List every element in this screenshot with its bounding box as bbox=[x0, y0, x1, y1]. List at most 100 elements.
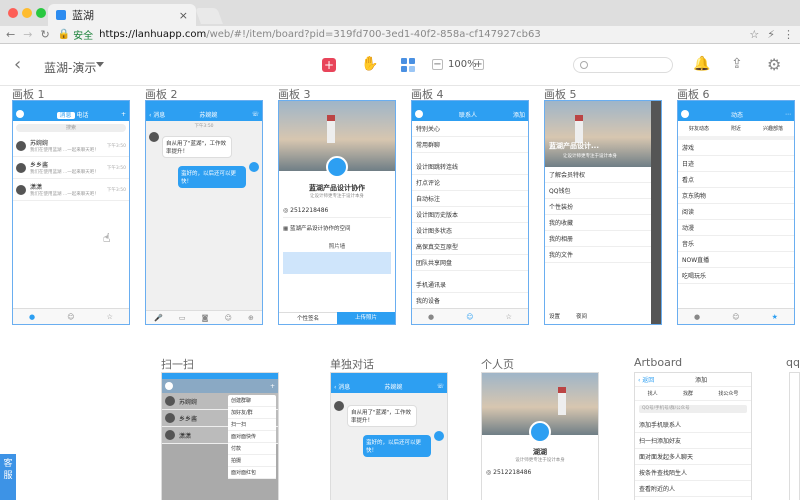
tab-close-icon[interactable]: × bbox=[179, 9, 188, 22]
minimize-window-icon[interactable] bbox=[22, 8, 32, 18]
hand-tool-icon[interactable]: ✋ bbox=[361, 56, 378, 72]
phone-icon: ☏ bbox=[251, 110, 259, 118]
menu-item: 创建群聊 bbox=[228, 395, 276, 407]
browser-back-icon[interactable]: ← bbox=[6, 28, 15, 41]
mic-icon: 🎤 bbox=[154, 313, 163, 322]
customer-service-tab[interactable]: 客服 bbox=[0, 454, 16, 500]
search-input[interactable] bbox=[573, 57, 673, 73]
chat-time: 下午3:50 bbox=[194, 124, 214, 129]
list-item: 游戏 bbox=[678, 140, 794, 156]
message-time: 下午3:50 bbox=[106, 143, 126, 149]
bookmark-star-icon[interactable]: ☆ bbox=[749, 28, 759, 41]
artboard-6[interactable]: 动态 ⋯ 好友动态 附近 兴趣部落 游戏 日迹 看点 京东购物 阅读 动漫 音乐 NO… bbox=[677, 100, 795, 325]
new-tab-button[interactable] bbox=[195, 8, 223, 24]
qq-number-value: 2512218486 bbox=[290, 207, 329, 214]
chat-title: 苏婉婉 bbox=[384, 383, 403, 391]
signature-button: 个性签名 bbox=[279, 312, 337, 324]
star-tab-icon: ★ bbox=[771, 312, 778, 321]
board-label[interactable]: qq bbox=[786, 356, 800, 369]
bottom-tab-bar: ● ☺ ☆ bbox=[13, 308, 129, 324]
list-item: 高保真交互原型 bbox=[412, 239, 528, 255]
share-icon[interactable]: ⇪ bbox=[731, 56, 743, 72]
monster-avatar bbox=[326, 156, 348, 178]
list-item: 京东购物 bbox=[678, 188, 794, 204]
list-item: 动漫 bbox=[678, 220, 794, 236]
search-bar: 搜索 bbox=[16, 124, 126, 132]
message-bubble-left: 自从用了"蓝湖"，工作效率提升！ bbox=[347, 405, 417, 427]
browser-menu-icon[interactable]: ⋮ bbox=[783, 28, 794, 41]
add-tabs: 找人 找群 找公众号 bbox=[635, 387, 751, 401]
back-label: ‹ 消息 bbox=[149, 111, 166, 119]
artboard-qq[interactable] bbox=[789, 372, 800, 500]
night-label: 夜间 bbox=[576, 314, 588, 320]
message-tab-icon: ● bbox=[694, 312, 701, 321]
reload-icon[interactable]: ↻ bbox=[40, 28, 49, 41]
url-field[interactable]: https://lanhuapp.com/web/#!/item/board?p… bbox=[99, 29, 541, 40]
browser-forward-icon[interactable]: → bbox=[23, 28, 32, 41]
tab-find-people: 找人 bbox=[647, 391, 658, 397]
avatar bbox=[16, 184, 26, 195]
project-name[interactable]: 蓝湖-演示 bbox=[44, 59, 96, 76]
list-item: NOW直播 bbox=[678, 252, 794, 268]
qq-icon: ◎ bbox=[486, 469, 492, 476]
board-label[interactable]: 单独对话 bbox=[330, 356, 374, 372]
contact-name: 潇潇 bbox=[179, 432, 192, 440]
artboard-3[interactable]: 蓝湖产品设计协作 让设计师更专注于设计本身 ◎ 2512218486 ▦ 蓝湖产… bbox=[278, 100, 396, 325]
extension-icon[interactable]: ⚡ bbox=[767, 28, 775, 41]
side-menu: 蓝湖产品设计... 让设计师更专注于设计本身 了解会员特权 QQ钱包 个性装扮 … bbox=[545, 101, 651, 324]
profile-name: 湖湖 bbox=[533, 448, 547, 456]
message-tab-icon: ● bbox=[29, 312, 36, 321]
browser-tab[interactable]: 蓝湖 × bbox=[48, 4, 196, 26]
nav-bar: ‹ 消息 苏婉婉 ☏ bbox=[331, 379, 447, 393]
contacts-tab-icon: ☺ bbox=[67, 312, 75, 321]
board-label[interactable]: Artboard bbox=[634, 356, 682, 369]
gear-icon[interactable]: ⚙ bbox=[767, 55, 781, 74]
contact-name: 潇潇 bbox=[30, 184, 43, 191]
list-item: 了解会员特权 bbox=[545, 167, 651, 183]
bottom-tab-bar: ● ☺ ★ bbox=[678, 308, 794, 324]
zoom-in-button[interactable]: + bbox=[473, 59, 484, 70]
friends-feed: 好友动态 bbox=[688, 126, 709, 132]
tab-phone: 电话 bbox=[76, 111, 89, 119]
artboard-scan[interactable]: + 苏婉婉 乡乡酱 潇潇 创建群聊 加好友/群 扫一扫 面对面快传 付款 拍摄 … bbox=[161, 372, 279, 500]
qq-number: ◎ 2512218486 bbox=[283, 207, 391, 218]
plus-circle-icon: ⊕ bbox=[248, 313, 254, 322]
close-window-icon[interactable] bbox=[8, 8, 18, 18]
chevron-down-icon[interactable] bbox=[96, 62, 104, 67]
menu-item: 付款 bbox=[228, 443, 276, 455]
board-label[interactable]: 个人页 bbox=[481, 356, 514, 372]
artboard-add[interactable]: ‹ 返回 添加 找人 找群 找公众号 QQ号/手机号/群/公众号 添加手机联系人 扫一… bbox=[634, 372, 752, 500]
list-item: QQ钱包 bbox=[545, 183, 651, 199]
plus-icon: + bbox=[120, 110, 126, 118]
artboard-4[interactable]: 联系人 添加 特别关心 常用群聊 设计图跳转连线 打点评论 自动标注 设计图历史版… bbox=[411, 100, 529, 325]
image-icon: ▭ bbox=[178, 313, 186, 322]
message-bubble-left: 自从用了"蓝湖"，工作效率提升！ bbox=[162, 136, 232, 158]
bell-icon[interactable]: 🔔 bbox=[693, 56, 710, 72]
nav-bar: + bbox=[162, 379, 278, 393]
apps-icon: ▦ bbox=[283, 226, 289, 232]
avatar bbox=[149, 132, 159, 142]
layout-grid-icon[interactable] bbox=[401, 58, 415, 72]
artboard-single-chat[interactable]: ‹ 消息 苏婉婉 ☏ 自从用了"蓝湖"，工作效率提升！ 蛮好的，以后还可以更快！ bbox=[330, 372, 448, 500]
artboard-1[interactable]: 消息 电话 + 搜索 苏婉婉 我们在使用蓝湖 ...一起来聊天吧！ 下午3:50 乡… bbox=[12, 100, 130, 325]
search-bar: QQ号/手机号/群/公众号 bbox=[639, 405, 747, 413]
avatar bbox=[165, 382, 173, 390]
back-button[interactable]: ‹ bbox=[14, 54, 21, 75]
board-canvas[interactable]: 画板 1 画板 2 画板 3 画板 4 画板 5 画板 6 消息 电话 + 搜索… bbox=[0, 86, 800, 500]
plus-icon: + bbox=[269, 382, 275, 390]
profile-tagline: 让设计师更专注于设计本身 bbox=[310, 194, 364, 199]
board-label[interactable]: 扫一扫 bbox=[161, 356, 194, 372]
avatar bbox=[415, 110, 423, 118]
message-preview: 我们在使用蓝湖 ...一起来聊天吧！ bbox=[30, 170, 99, 175]
artboard-2[interactable]: ‹ 消息 苏婉婉 ☏ 下午3:50 自从用了"蓝湖"，工作效率提升！ 蛮好的，以后还… bbox=[145, 100, 263, 325]
lighthouse-image bbox=[327, 115, 335, 143]
maximize-window-icon[interactable] bbox=[36, 8, 46, 18]
artboard-5[interactable]: 蓝湖产品设计... 让设计师更专注于设计本身 了解会员特权 QQ钱包 个性装扮 … bbox=[544, 100, 662, 325]
lighthouse-image bbox=[575, 115, 583, 143]
zoom-out-button[interactable]: − bbox=[432, 59, 443, 70]
artboard-profile[interactable]: 湖湖 设计师更专注于设计本身 ◎ 2512218486 bbox=[481, 372, 599, 500]
add-icon[interactable]: + bbox=[322, 58, 336, 72]
avatar bbox=[334, 401, 344, 411]
list-item: 扫一扫添加好友 bbox=[635, 433, 751, 449]
browser-tab-strip: 蓝湖 × bbox=[0, 0, 800, 26]
